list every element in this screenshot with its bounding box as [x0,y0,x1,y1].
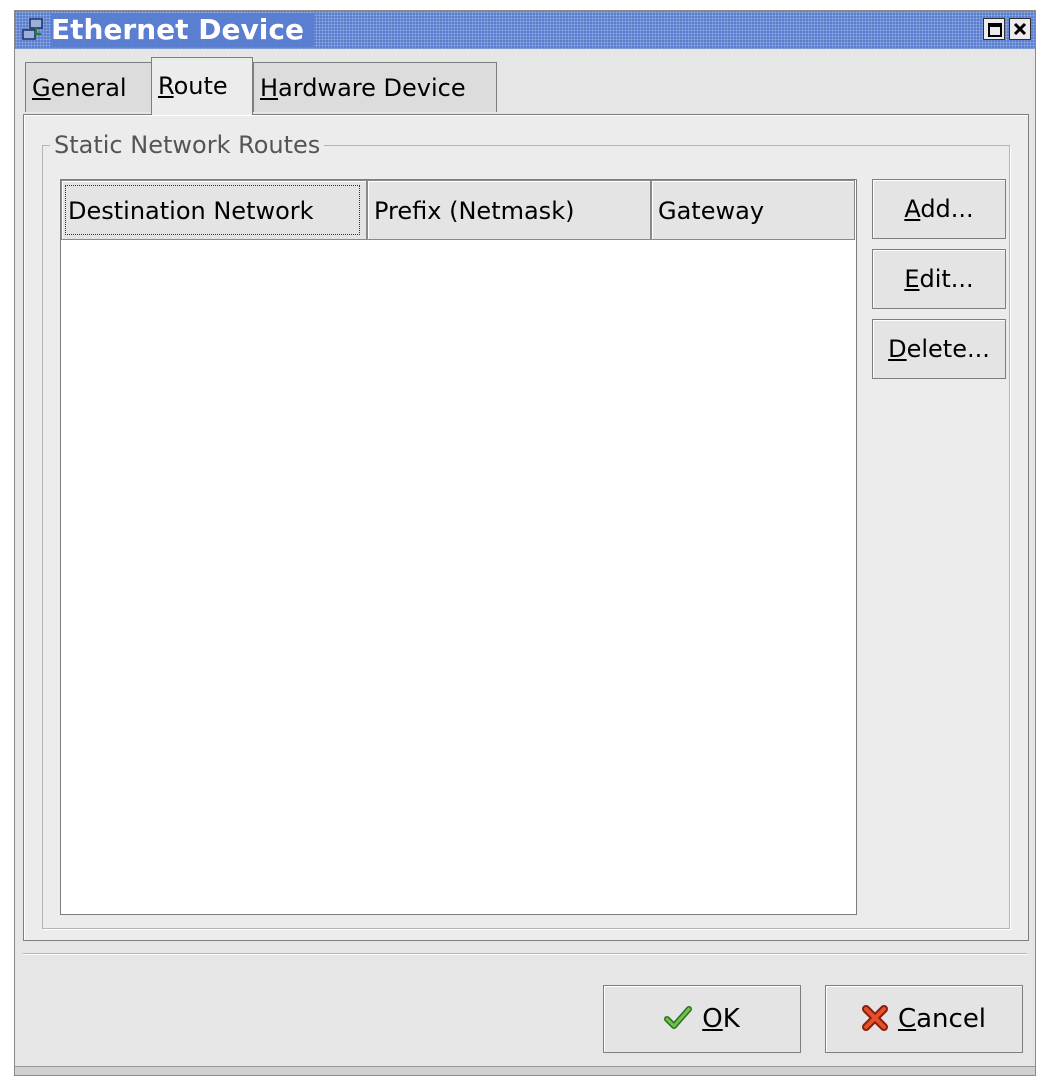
close-icon [1013,22,1027,36]
add-route-label: dd... [920,195,974,223]
edit-route-label: dit... [919,265,974,293]
routes-list[interactable]: Destination Network Prefix (Netmask) Gat… [60,179,857,915]
button-area-separator [23,953,1027,955]
maximize-button[interactable] [983,18,1005,40]
route-tab-panel: Static Network Routes Destination Networ… [23,114,1029,941]
tab-hardware-device-label: ardware Device [278,74,466,102]
cancel-button[interactable]: Cancel [825,985,1023,1053]
tab-general[interactable]: General [25,62,155,112]
static-routes-frame-label: Static Network Routes [50,131,325,159]
column-header-prefix-netmask[interactable]: Prefix (Netmask) [367,180,651,240]
close-button[interactable] [1009,18,1031,40]
tab-hardware-device[interactable]: Hardware Device [253,62,497,112]
tab-general-mnemonic: G [32,74,51,102]
tab-hardware-device-mnemonic: H [260,74,279,102]
tab-route-mnemonic: R [158,72,174,100]
delete-route-button[interactable]: Delete... [872,319,1006,379]
tab-route-label: oute [173,72,228,100]
tab-route[interactable]: Route [151,57,253,115]
delete-route-label: elete... [906,335,990,363]
cross-icon [861,1005,888,1031]
window-title: Ethernet Device [51,13,314,47]
window-bottom-edge [15,1066,1035,1075]
ok-mnemonic: O [702,1004,723,1034]
cancel-label: ancel [916,1004,987,1034]
add-route-mnemonic: A [904,195,921,223]
column-header-destination-network[interactable]: Destination Network [61,180,367,240]
edit-route-mnemonic: E [904,265,920,293]
delete-route-mnemonic: D [888,335,907,363]
ok-label: K [722,1004,740,1034]
ok-button[interactable]: OK [603,985,801,1053]
network-device-icon [21,18,45,42]
tab-general-label: eneral [50,74,127,102]
column-header-gateway[interactable]: Gateway [651,180,855,240]
edit-route-button[interactable]: Edit... [872,249,1006,309]
cancel-mnemonic: C [897,1004,917,1034]
title-bar[interactable]: Ethernet Device [15,11,1035,49]
checkmark-icon [664,1006,693,1029]
add-route-button[interactable]: Add... [872,179,1006,239]
routes-list-header: Destination Network Prefix (Netmask) Gat… [61,180,856,240]
ethernet-device-dialog: Ethernet Device General Route Hardware D… [14,10,1036,1076]
